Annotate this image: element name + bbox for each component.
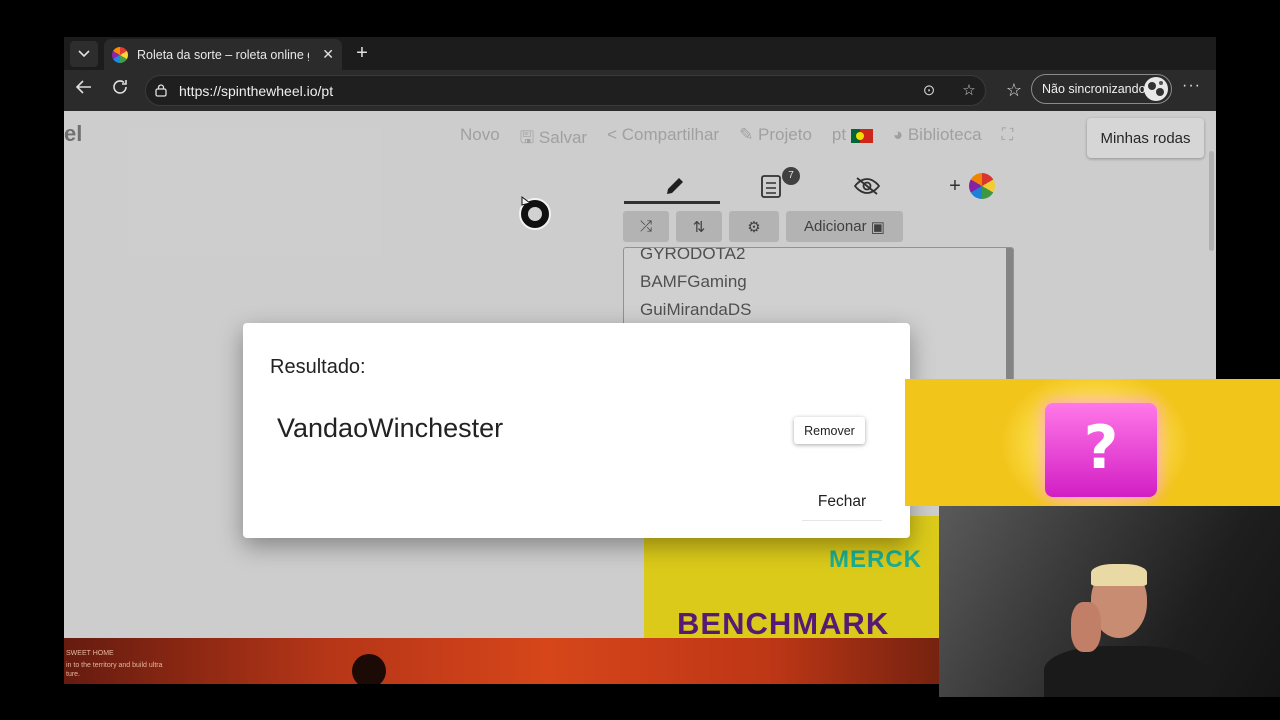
winner-name: VandaoWinchester	[277, 413, 504, 443]
close-button[interactable]: Fechar	[802, 484, 882, 521]
settings-more-icon[interactable]: ···	[1182, 77, 1201, 95]
refresh-icon	[113, 80, 127, 94]
webcam-person-hand	[1071, 602, 1101, 652]
webcam-person-hair	[1091, 564, 1147, 586]
new-tab-button[interactable]: +	[350, 41, 374, 65]
more-options-circle-icon[interactable]: ⊙	[920, 82, 938, 100]
avatar-pattern-icon	[1148, 81, 1164, 96]
mystery-box-icon: ?	[1045, 403, 1157, 497]
remove-button[interactable]: Remover	[794, 417, 865, 444]
browser-tab[interactable]: Roleta da sorte – roleta online g ✕	[104, 39, 342, 70]
arrow-left-icon	[75, 80, 91, 94]
profile-avatar	[1144, 77, 1168, 101]
question-mark: ?	[1083, 413, 1119, 483]
profile-sync-button[interactable]: Não sincronizando	[1031, 74, 1172, 104]
browser-toolbar: https://spinthewheel.io/pt ⊙ ☆ ☆ Não sin…	[64, 70, 1216, 111]
url-text[interactable]: https://spinthewheel.io/pt	[179, 83, 333, 99]
refresh-button[interactable]	[108, 78, 132, 102]
tab-actions-menu-button[interactable]	[70, 41, 98, 67]
favorites-button[interactable]: ☆	[1002, 78, 1026, 102]
tab-strip: Roleta da sorte – roleta online g ✕ +	[64, 37, 1216, 70]
webcam-person-body	[1044, 646, 1204, 697]
sync-status-label: Não sincronizando	[1042, 82, 1146, 96]
close-tab-icon[interactable]: ✕	[322, 46, 334, 63]
stream-alert-overlay: ?	[905, 379, 1280, 506]
tab-title: Roleta da sorte – roleta online g	[137, 47, 309, 62]
address-bar[interactable]: https://spinthewheel.io/pt ⊙ ☆	[145, 75, 986, 106]
webcam-overlay	[939, 506, 1280, 697]
favorites-list-icon: ☆	[1005, 80, 1023, 100]
back-button[interactable]	[72, 78, 96, 102]
wheel-favicon-icon	[112, 46, 128, 63]
lock-icon[interactable]	[155, 84, 167, 97]
chevron-down-icon	[78, 50, 90, 58]
favorite-star-icon[interactable]: ☆	[960, 82, 978, 100]
result-dialog: Resultado: VandaoWinchester Remover Fech…	[243, 323, 910, 538]
dialog-title: Resultado:	[270, 356, 366, 378]
